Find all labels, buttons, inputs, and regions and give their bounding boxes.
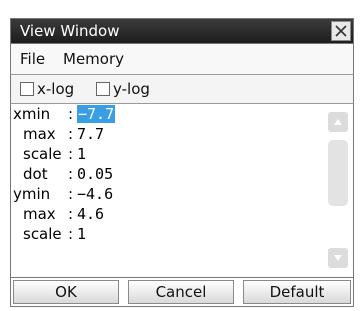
x-log-checkbox[interactable]	[20, 82, 34, 96]
scroll-down-button[interactable]	[328, 248, 348, 268]
ymin-value-field[interactable]: −4.6	[77, 185, 113, 203]
button-bar: OK Cancel Default	[10, 277, 354, 307]
field-colon: :	[68, 165, 74, 183]
field-colon: :	[68, 205, 74, 223]
triangle-down-icon	[334, 255, 342, 261]
yscale-value-field[interactable]: 1	[77, 225, 86, 243]
scroll-thumb[interactable]	[328, 140, 348, 206]
menu-bar: File Memory	[10, 44, 354, 75]
field-label: dot	[23, 165, 48, 183]
xmin-value-field[interactable]: −7.7	[77, 105, 116, 123]
field-colon: :	[68, 105, 74, 123]
scrollbar[interactable]	[327, 108, 349, 273]
window-title: View Window	[20, 22, 120, 40]
xscale-value-field[interactable]: 1	[77, 145, 86, 163]
scroll-up-button[interactable]	[328, 112, 348, 132]
field-label: max	[23, 205, 56, 223]
menu-file[interactable]: File	[20, 50, 45, 68]
field-label: scale	[23, 225, 62, 243]
field-label: xmin	[13, 105, 51, 123]
y-log-checkbox[interactable]	[96, 82, 110, 96]
field-label: ymin	[13, 185, 51, 203]
cancel-button[interactable]: Cancel	[128, 280, 234, 304]
x-log-label: x-log	[37, 80, 75, 98]
field-label: scale	[23, 145, 62, 163]
y-log-label: y-log	[113, 80, 150, 98]
default-button[interactable]: Default	[243, 280, 351, 304]
parameters-list: xmin : −7.7 max : 7.7 scale : 1 dot : 0.…	[10, 104, 354, 277]
field-colon: :	[68, 185, 74, 203]
xmax-value-field[interactable]: 7.7	[77, 125, 104, 143]
view-window-dialog: View Window File Memory x-log y-log xmin…	[0, 0, 362, 311]
ymax-value-field[interactable]: 4.6	[77, 205, 104, 223]
close-icon	[335, 25, 347, 37]
menu-memory[interactable]: Memory	[63, 50, 124, 68]
field-colon: :	[68, 125, 74, 143]
field-label: max	[23, 125, 56, 143]
field-colon: :	[68, 145, 74, 163]
log-options-row: x-log y-log	[10, 75, 354, 104]
close-button[interactable]	[331, 21, 351, 41]
field-colon: :	[68, 225, 74, 243]
triangle-up-icon	[334, 119, 342, 125]
dot-value-field[interactable]: 0.05	[77, 165, 113, 183]
title-bar: View Window	[10, 18, 354, 44]
ok-button[interactable]: OK	[13, 280, 119, 304]
